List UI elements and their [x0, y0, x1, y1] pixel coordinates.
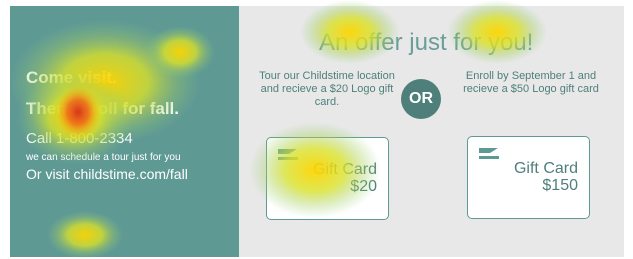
left-panel: Come visit. Then enroll for fall. Call 1…	[10, 6, 239, 257]
gift-card-150-amount: $150	[542, 177, 578, 194]
gift-card-150: Gift Card $150	[467, 136, 590, 219]
headline-line-2: Then enroll for fall.	[26, 99, 180, 118]
card-icon	[479, 148, 499, 159]
gift-card-20-amount: $20	[350, 178, 377, 195]
or-badge: OR	[401, 79, 441, 119]
gift-card-150-label: Gift Card $150	[514, 160, 578, 194]
tour-note: we can schedule a tour just for you	[26, 152, 181, 163]
offer-right-text: Enroll by September 1 and recieve a $50 …	[463, 70, 599, 95]
gift-card-20-label: Gift Card $20	[313, 161, 377, 195]
gift-card-150-title: Gift Card	[513, 160, 578, 177]
card-icon	[278, 149, 298, 160]
offer-left-text: Tour our Childstime location and recieve…	[259, 70, 395, 108]
right-panel: An offer just for you! Tour our Childsti…	[239, 6, 624, 257]
ad-frame: Come visit. Then enroll for fall. Call 1…	[10, 6, 624, 257]
offer-headline: An offer just for you!	[319, 29, 534, 56]
visit-link-text: Or visit childstime.com/fall	[26, 166, 188, 182]
phone-number: Call 1-800-2334	[26, 130, 133, 147]
gift-card-20-title: Gift Card	[312, 161, 377, 178]
headline-line-1: Come visit.	[26, 68, 117, 87]
gift-card-20: Gift Card $20	[266, 137, 389, 220]
